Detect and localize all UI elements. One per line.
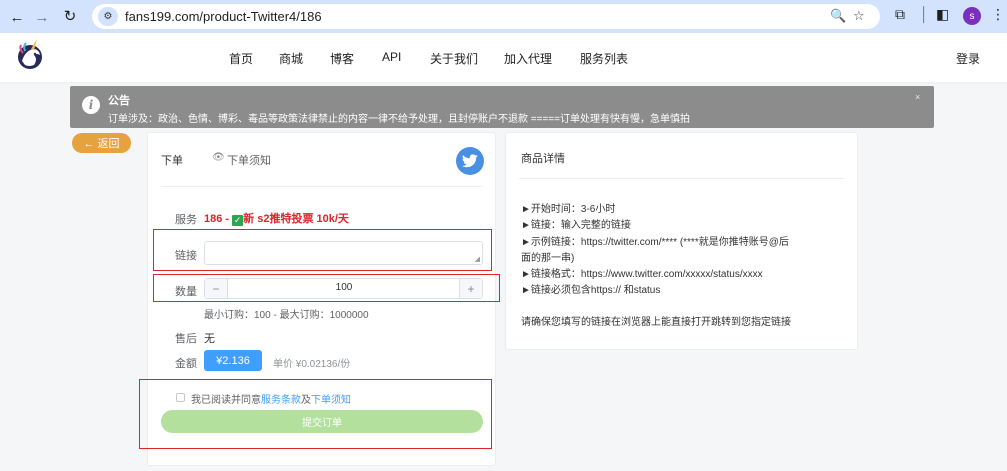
separator-icon: │ bbox=[920, 6, 929, 22]
profile-avatar[interactable]: s bbox=[963, 7, 981, 25]
twitter-bird-icon bbox=[456, 147, 484, 175]
nav-home[interactable]: 首页 bbox=[229, 50, 253, 67]
details-title: 商品详情 bbox=[521, 153, 565, 165]
submit-order-button[interactable]: 提交订单 bbox=[161, 410, 483, 433]
nav-about[interactable]: 关于我们 bbox=[430, 50, 478, 67]
resize-handle-icon[interactable]: ◢ bbox=[475, 255, 480, 263]
detail-line: ►示例链接：https://twitter.com/**** (****就是你推… bbox=[521, 237, 789, 248]
service-name: s2推特投票 10k/天 bbox=[257, 213, 349, 225]
details-divider bbox=[519, 178, 844, 179]
back-button[interactable]: ← 返回 bbox=[72, 133, 131, 153]
bookmark-star-icon[interactable]: ☆ bbox=[853, 8, 865, 24]
detail-line: ►链接必须包含https:// 和status bbox=[521, 285, 661, 296]
quantity-label: 数量 bbox=[175, 286, 197, 298]
amount-badge: ¥2.136 bbox=[204, 350, 262, 371]
side-panel-icon[interactable]: ◧ bbox=[936, 6, 949, 23]
close-icon[interactable]: × bbox=[915, 92, 920, 102]
browser-toolbar: ← → ↻ ⚙ fans199.com/product-Twitter4/186… bbox=[0, 0, 1007, 33]
quantity-value[interactable]: 100 bbox=[229, 282, 459, 293]
eye-icon: 👁 bbox=[212, 152, 225, 163]
detail-line: ►开始时间：3-6小时 bbox=[521, 204, 616, 215]
quantity-stepper[interactable]: − 100 + bbox=[204, 278, 483, 299]
announcement-title: 公告 bbox=[108, 95, 130, 107]
announcement-banner: i 公告 订单涉及：政治、色情、博彩、毒品等政策法律禁止的内容一律不给予处理，且… bbox=[70, 86, 934, 128]
amount-label: 金额 bbox=[175, 358, 197, 370]
nav-agent[interactable]: 加入代理 bbox=[504, 50, 552, 67]
info-icon: i bbox=[82, 96, 100, 114]
service-id: 186 bbox=[204, 213, 223, 225]
tab-order-notice[interactable]: 下单须知 bbox=[227, 152, 271, 168]
agree-prefix: 我已阅读并同意 bbox=[191, 395, 261, 406]
service-new-tag: 新 bbox=[243, 213, 255, 225]
order-notice-link[interactable]: 下单须知 bbox=[311, 395, 351, 406]
detail-line: ►链接：输入完整的链接 bbox=[521, 220, 631, 231]
agree-checkbox[interactable] bbox=[176, 393, 185, 402]
agree-and: 及 bbox=[301, 395, 311, 406]
checkmark-icon: ✓ bbox=[232, 215, 244, 226]
detail-line: 面的那一串) bbox=[521, 253, 575, 264]
back-arrow-icon[interactable]: ← bbox=[7, 7, 27, 27]
detail-line: ►链接格式：https://www.twitter.com/xxxxx/stat… bbox=[521, 269, 763, 280]
forward-arrow-icon[interactable]: → bbox=[32, 7, 52, 27]
nav-api[interactable]: API bbox=[382, 50, 401, 64]
menu-kebab-icon[interactable]: ⋮ bbox=[991, 6, 1005, 23]
unit-price: 单价 ¥0.02136/份 bbox=[273, 359, 351, 370]
link-input[interactable]: ◢ bbox=[204, 241, 483, 265]
address-bar[interactable]: ⚙ fans199.com/product-Twitter4/186 🔍 ☆ bbox=[92, 4, 880, 29]
extensions-icon[interactable]: ⧉ bbox=[895, 6, 905, 23]
service-value: 186 - ✓ 新 s2推特投票 10k/天 bbox=[204, 210, 349, 226]
login-link[interactable]: 登录 bbox=[956, 50, 980, 67]
after-sales-value: 无 bbox=[204, 333, 215, 345]
site-settings-icon[interactable]: ⚙ bbox=[98, 7, 118, 26]
site-header: 首页 商城 博客 API 关于我们 加入代理 服务列表 登录 bbox=[0, 33, 1007, 82]
service-separator: - bbox=[225, 213, 230, 225]
nav-services[interactable]: 服务列表 bbox=[580, 50, 628, 67]
zoom-icon[interactable]: 🔍 bbox=[830, 8, 846, 24]
increase-button[interactable]: + bbox=[459, 279, 482, 298]
terms-link[interactable]: 服务条款 bbox=[261, 395, 301, 406]
unicorn-logo-icon[interactable] bbox=[13, 37, 47, 75]
link-label: 链接 bbox=[175, 250, 197, 262]
tab-order[interactable]: 下单 bbox=[161, 152, 183, 168]
reload-icon[interactable]: ↻ bbox=[60, 6, 80, 26]
detail-note: 请确保您填写的链接在浏览器上能直接打开跳转到您指定链接 bbox=[521, 317, 791, 328]
url-text[interactable]: fans199.com/product-Twitter4/186 bbox=[125, 9, 322, 24]
nav-shop[interactable]: 商城 bbox=[279, 50, 303, 67]
service-label: 服务 bbox=[175, 214, 197, 226]
decrease-button[interactable]: − bbox=[205, 279, 228, 298]
agree-text: 我已阅读并同意服务条款及下单须知 bbox=[191, 391, 351, 406]
card-divider bbox=[161, 186, 483, 187]
after-sales-label: 售后 bbox=[175, 333, 197, 345]
quantity-range-hint: 最小订购：100 - 最大订购：1000000 bbox=[204, 310, 369, 321]
nav-blog[interactable]: 博客 bbox=[330, 50, 354, 67]
announcement-text: 订单涉及：政治、色情、博彩、毒品等政策法律禁止的内容一律不给予处理，且封停账户不… bbox=[108, 114, 690, 125]
